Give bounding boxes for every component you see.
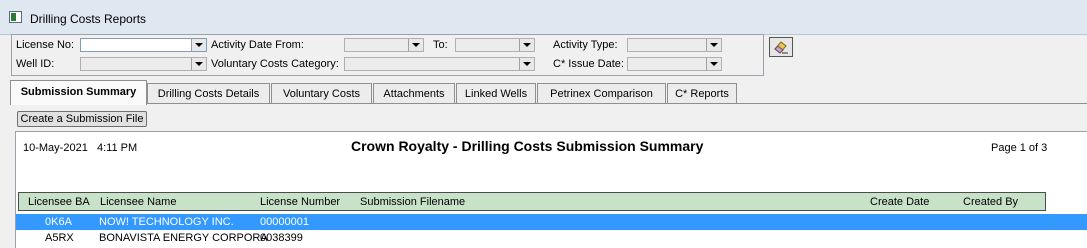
row-license-number: 00000001 xyxy=(260,216,309,228)
report-column-header: Licensee BA Licensee Name License Number… xyxy=(18,192,1046,211)
activity-date-from-picker[interactable] xyxy=(344,38,424,52)
tab-c-reports[interactable]: C* Reports xyxy=(667,83,737,104)
well-id-label: Well ID: xyxy=(16,58,55,70)
create-submission-file-button[interactable]: Create a Submission File xyxy=(17,111,147,127)
window-title: Drilling Costs Reports xyxy=(30,12,147,26)
voluntary-costs-category-combo[interactable] xyxy=(344,57,535,71)
chevron-down-icon[interactable] xyxy=(191,58,206,70)
tab-voluntary-costs[interactable]: Voluntary Costs xyxy=(271,83,372,104)
eraser-icon xyxy=(774,41,788,54)
chevron-down-icon[interactable] xyxy=(519,58,534,70)
report-page-indicator: Page 1 of 3 xyxy=(991,142,1048,154)
clear-filters-button[interactable] xyxy=(769,37,793,57)
col-license-number: License Number xyxy=(260,196,341,208)
table-row[interactable]: 0K6A NOW! TECHNOLOGY INC. 00000001 xyxy=(16,214,1087,230)
c-issue-date-label: C* Issue Date: xyxy=(553,58,624,70)
c-issue-date-picker[interactable] xyxy=(627,57,722,71)
col-licensee-name: Licensee Name xyxy=(100,196,177,208)
col-submission-filename: Submission Filename xyxy=(360,196,466,208)
activity-date-from-label: Activity Date From: xyxy=(211,39,304,51)
row-license-number: 0038399 xyxy=(260,232,303,244)
col-create-date: Create Date xyxy=(870,196,930,208)
row-licensee-name: BONAVISTA ENERGY CORPORA xyxy=(99,232,268,244)
activity-type-label: Activity Type: xyxy=(553,39,618,51)
tab-divider xyxy=(10,103,1087,104)
chevron-down-icon[interactable] xyxy=(408,39,423,51)
table-row[interactable]: A5RX BONAVISTA ENERGY CORPORA 0038399 xyxy=(16,230,1087,246)
filter-panel: License No: Well ID: Activity Date From:… xyxy=(11,34,764,76)
chevron-down-icon[interactable] xyxy=(706,39,721,51)
voluntary-costs-category-label: Voluntary Costs Category: xyxy=(211,58,339,70)
col-created-by: Created By xyxy=(963,196,1019,208)
row-licensee-ba: A5RX xyxy=(45,232,74,244)
report-viewer: 10-May-2021 4:11 PM Crown Royalty - Dril… xyxy=(15,131,1087,248)
activity-date-to-picker[interactable] xyxy=(455,38,535,52)
chevron-down-icon[interactable] xyxy=(191,39,206,51)
app-window-icon xyxy=(9,11,22,23)
title-bar: Drilling Costs Reports xyxy=(0,0,1087,35)
license-no-label: License No: xyxy=(16,39,75,51)
chevron-down-icon[interactable] xyxy=(706,58,721,70)
tab-petrinex-comparison[interactable]: Petrinex Comparison xyxy=(537,83,666,104)
tab-linked-wells[interactable]: Linked Wells xyxy=(456,83,536,104)
tab-attachments[interactable]: Attachments xyxy=(373,83,455,104)
to-label: To: xyxy=(433,39,448,51)
report-date: 10-May-2021 4:11 PM xyxy=(23,142,138,154)
license-no-combo[interactable] xyxy=(80,38,207,52)
row-licensee-name: NOW! TECHNOLOGY INC. xyxy=(99,216,234,228)
tab-submission-summary[interactable]: Submission Summary xyxy=(10,80,147,105)
tab-drilling-costs-details[interactable]: Drilling Costs Details xyxy=(147,83,270,104)
well-id-combo[interactable] xyxy=(80,57,207,71)
chevron-down-icon[interactable] xyxy=(519,39,534,51)
row-licensee-ba: 0K6A xyxy=(45,216,72,228)
report-title: Crown Royalty - Drilling Costs Submissio… xyxy=(351,138,704,154)
activity-type-combo[interactable] xyxy=(627,38,722,52)
col-licensee-ba: Licensee BA xyxy=(28,196,90,208)
